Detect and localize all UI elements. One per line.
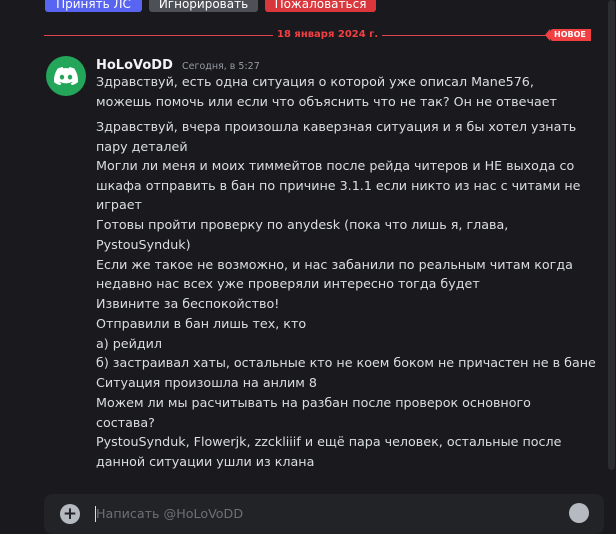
scrollbar-thumb[interactable] <box>608 0 615 470</box>
username[interactable]: HoLoVoDD <box>96 58 173 73</box>
divider-date: 18 января 2024 г. <box>273 27 383 43</box>
message-line: состава? <box>96 415 155 430</box>
message-line: недавно нас всех уже проверяли интересно… <box>96 276 480 291</box>
message-line: Извините за беспокойство! <box>96 296 280 311</box>
ignore-button[interactable]: Игнорировать <box>149 0 258 12</box>
message-line: Могли ли меня и моих тиммейтов после рей… <box>96 158 575 173</box>
message-timestamp: Сегодня, в 5:27 <box>181 61 260 72</box>
message-line: Готовы пройти проверку по anydesk (пока … <box>96 217 509 232</box>
message-composer: + <box>44 494 604 534</box>
report-button[interactable]: Пожаловаться <box>265 0 376 12</box>
scrollbar[interactable] <box>608 0 615 490</box>
message-line: Если же такое не возможно, и нас забанил… <box>96 257 573 272</box>
new-messages-badge: НОВОЕ <box>545 29 591 41</box>
message-line: Ситуация произошла на анлим 8 <box>96 375 317 390</box>
message-line: данной ситуации ушли из клана <box>96 454 315 469</box>
message-line: Здравствуй, вчера произошла каверзная си… <box>96 119 577 134</box>
message-header: HoLoVoDD Сегодня, в 5:27 <box>96 54 260 73</box>
message-line: Отправили в бан лишь тех, кто <box>96 316 307 331</box>
message-line: пару деталей <box>96 139 188 154</box>
avatar[interactable] <box>46 56 86 96</box>
dm-request-actions: Принять ЛС Игнорировать Пожаловаться <box>0 0 616 14</box>
message-line: б) застраивал хаты, остальные кто не кое… <box>96 355 596 370</box>
message-line: PystouSynduk, Flowerjk, zzckliiif и ещё … <box>96 434 562 449</box>
message-line: PystouSynduk) <box>96 237 191 252</box>
message-line: шкафа отправить в бан по причине 3.1.1 е… <box>96 178 581 193</box>
message-line: играет <box>96 197 142 212</box>
message-line: Можем ли мы расчитывать на разбан после … <box>96 395 531 410</box>
message-line: можешь помочь или если что объяснить что… <box>96 94 557 109</box>
discord-logo-icon <box>54 67 78 85</box>
message-line: Здравствуй, есть одна ситуация о которой… <box>96 74 534 89</box>
emoji-icon[interactable] <box>569 503 589 523</box>
text-caret <box>95 506 96 522</box>
accept-dm-button[interactable]: Принять ЛС <box>45 0 142 12</box>
plus-icon[interactable]: + <box>60 504 80 524</box>
message-line: а) рейдил <box>96 336 162 351</box>
message-input[interactable] <box>96 494 556 534</box>
